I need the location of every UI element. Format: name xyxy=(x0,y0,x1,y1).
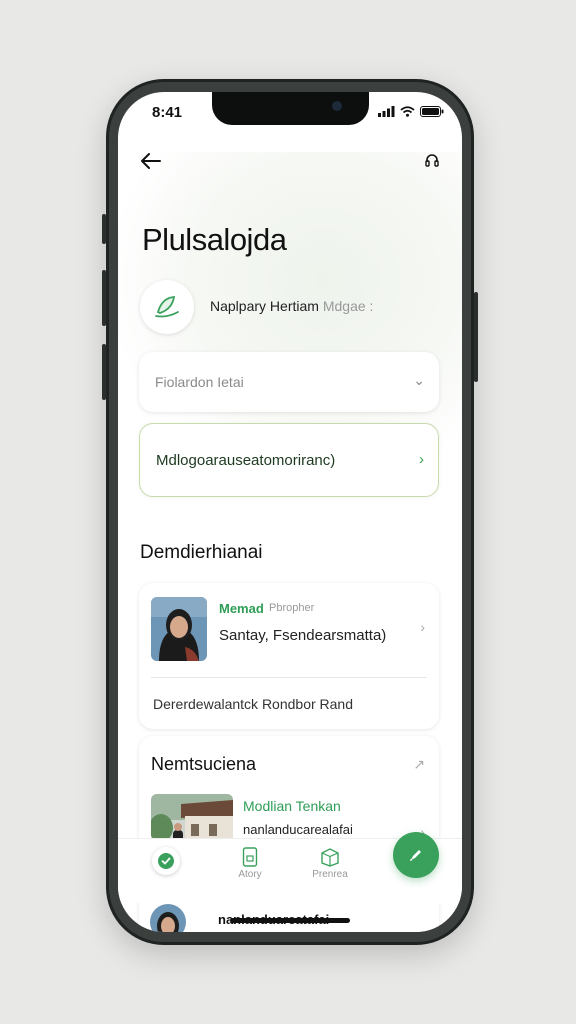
selected-option-label: Mdlogoarauseatomoriranc) xyxy=(156,452,336,469)
status-icons xyxy=(378,106,444,117)
status-time: 8:41 xyxy=(152,104,183,121)
selected-option-field[interactable]: Mdlogoarauseatomoriranc) › xyxy=(139,423,439,497)
wifi-icon xyxy=(400,106,415,117)
leaf-logo-icon xyxy=(155,296,179,318)
chevron-down-icon: ⌄ xyxy=(413,372,425,388)
side-button-power xyxy=(474,292,478,382)
news-card-title: Nemtsuciena xyxy=(151,754,257,774)
page-title: Plulsalojda xyxy=(142,222,287,257)
tab-premium[interactable]: Prenrea xyxy=(300,847,360,880)
brand-name-text: Naplpary Hertiam xyxy=(210,298,319,314)
section-title: Demdierhianai xyxy=(140,542,263,563)
edit-fab-button[interactable] xyxy=(393,832,439,878)
profile-description: Santay, Fsendearsmatta) xyxy=(219,627,387,644)
headset-icon[interactable] xyxy=(424,152,440,170)
chevron-right-icon: › xyxy=(419,451,424,468)
home-indicator xyxy=(230,918,350,923)
tab-story-label: Atory xyxy=(238,869,262,880)
signal-icon xyxy=(378,106,395,117)
side-button-mute xyxy=(102,214,106,244)
divider xyxy=(151,677,427,678)
brand-muted-text: Mdgae : xyxy=(322,298,374,314)
cube-icon xyxy=(321,848,339,867)
tab-home[interactable] xyxy=(152,847,180,875)
tab-story[interactable]: Atory xyxy=(220,847,280,880)
side-button-volume-up xyxy=(102,270,106,326)
chevron-right-icon: › xyxy=(420,619,425,635)
phone-icon xyxy=(242,847,258,867)
check-badge-icon xyxy=(158,853,174,869)
profile-card[interactable]: Memad Pbropher Santay, Fsendearsmatta) ›… xyxy=(139,583,439,729)
profile-role: Pbropher xyxy=(269,602,315,614)
dropdown-label: Fiolardon Ietai xyxy=(155,374,244,390)
filter-dropdown[interactable]: Fiolardon Ietai ⌄ xyxy=(139,352,439,412)
brand-name: Naplpary Hertiam Mdgae : xyxy=(210,298,373,314)
side-button-volume-down xyxy=(102,344,106,400)
profile-name: Memad xyxy=(219,601,264,616)
avatar xyxy=(151,597,207,661)
brand-logo xyxy=(140,280,194,334)
news-item-title: Modlian Tenkan xyxy=(243,798,341,814)
arrow-up-right-icon[interactable]: ↗ xyxy=(413,756,425,773)
profile-footer-link[interactable]: Dererdewalantck Rondbor Rand xyxy=(153,696,353,712)
back-arrow-icon[interactable] xyxy=(140,152,162,170)
screen: 8:41 Plulsalojda Naplpary Hertiam Mdgae … xyxy=(118,92,462,932)
battery-icon xyxy=(420,106,444,117)
notch xyxy=(212,92,369,125)
tab-premium-label: Prenrea xyxy=(312,869,348,880)
camera-dot xyxy=(332,101,342,111)
avatar xyxy=(150,904,186,932)
news-item-description: nanlanducarealafai xyxy=(243,822,353,837)
pen-icon xyxy=(410,850,421,861)
